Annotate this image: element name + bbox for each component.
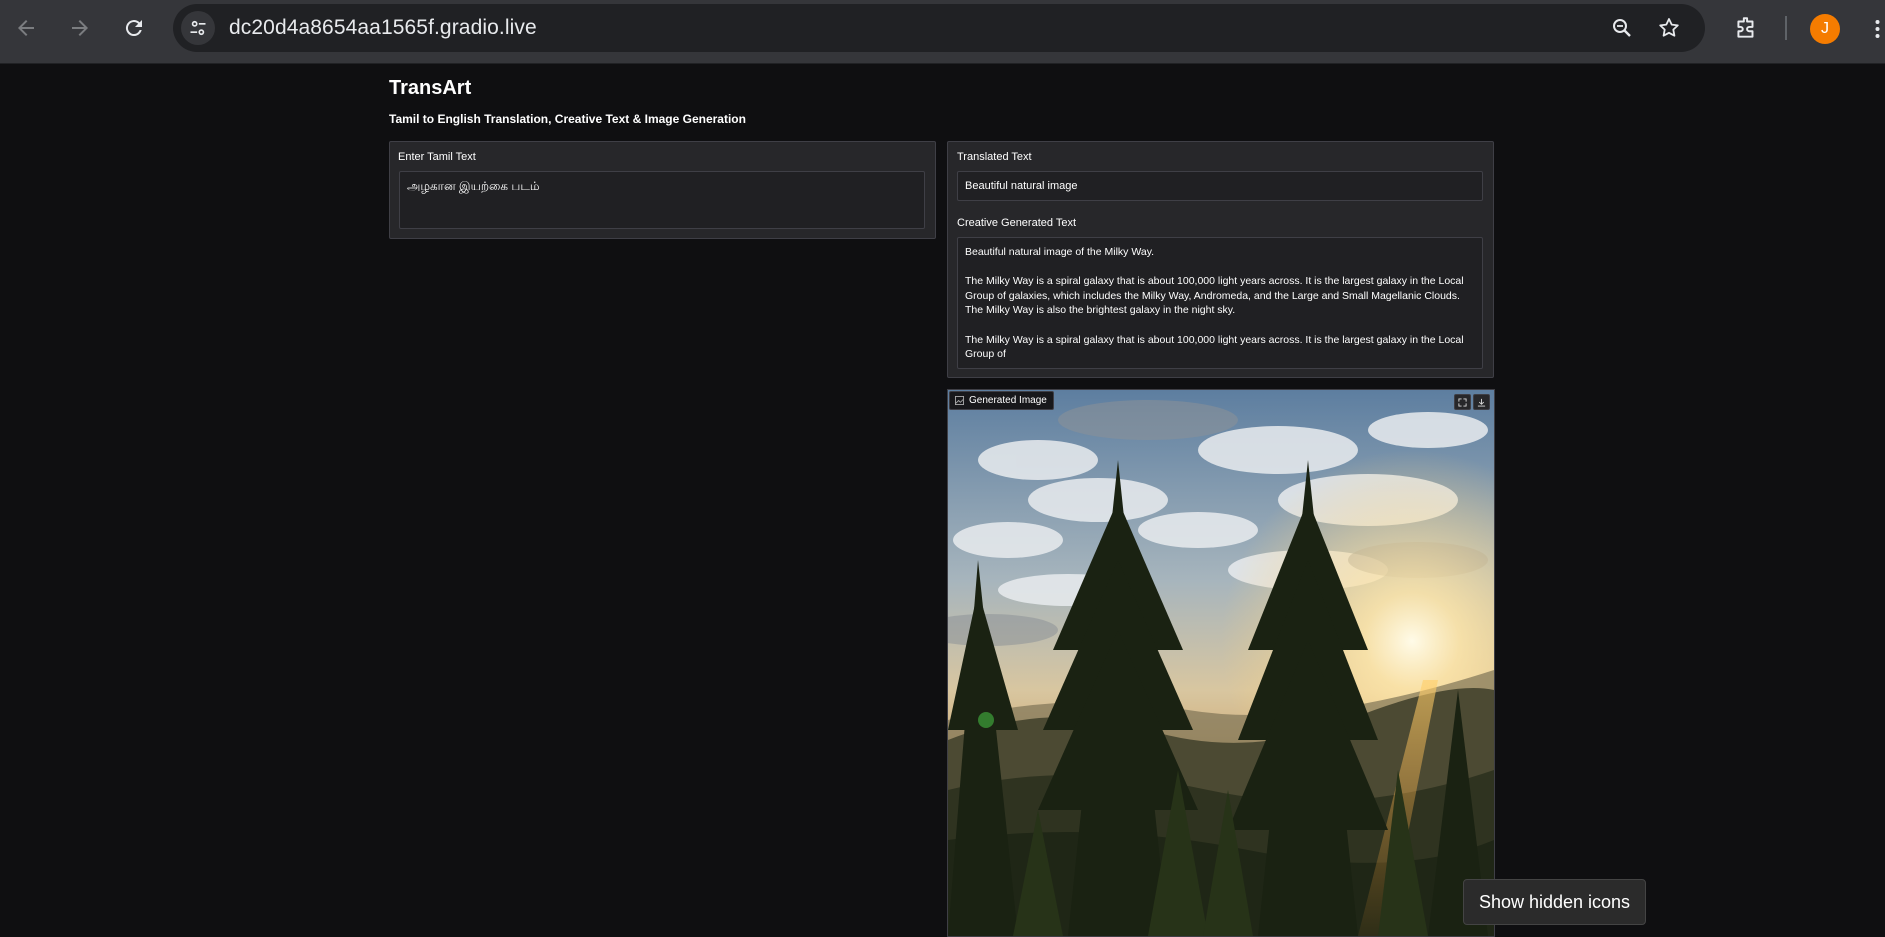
translated-text-value: Beautiful natural image	[965, 180, 1078, 192]
generated-image-panel: Generated Image	[947, 389, 1495, 937]
creative-paragraph: The Milky Way is a spiral galaxy that is…	[965, 275, 1464, 317]
forward-button[interactable]	[62, 10, 98, 46]
generated-image-label: Generated Image	[949, 391, 1054, 410]
generated-image	[948, 390, 1494, 936]
address-bar[interactable]: dc20d4a8654aa1565f.gradio.live	[173, 4, 1705, 52]
translated-text-output[interactable]: Beautiful natural image	[957, 171, 1483, 201]
profile-avatar[interactable]: J	[1810, 14, 1840, 44]
browser-toolbar: dc20d4a8654aa1565f.gradio.live J	[0, 0, 1885, 64]
creative-paragraph: Beautiful natural image of the Milky Way…	[965, 246, 1155, 258]
fullscreen-button[interactable]	[1454, 394, 1471, 410]
tamil-input-label: Enter Tamil Text	[398, 151, 476, 163]
url-text[interactable]: dc20d4a8654aa1565f.gradio.live	[229, 16, 537, 40]
show-hidden-icons-tooltip: Show hidden icons	[1463, 879, 1646, 925]
arrow-right-icon	[72, 20, 88, 36]
menu-dots-icon[interactable]	[1870, 14, 1885, 44]
download-icon	[1477, 398, 1486, 407]
app-title: TransArt	[389, 77, 472, 99]
reload-button[interactable]	[116, 10, 152, 46]
output-panel: Translated Text Beautiful natural image …	[947, 141, 1494, 378]
creative-paragraph: The Milky Way is a spiral galaxy that is…	[965, 333, 1464, 361]
toolbar-divider	[1785, 16, 1787, 40]
zoom-icon[interactable]	[1610, 16, 1634, 40]
generated-image-label-text: Generated Image	[969, 395, 1047, 406]
translated-text-label: Translated Text	[957, 151, 1032, 163]
tune-icon	[190, 20, 206, 36]
tamil-text-value: அழகான இயற்கை படம்	[407, 179, 540, 193]
site-info-button[interactable]	[181, 11, 215, 45]
extensions-icon[interactable]	[1733, 15, 1759, 41]
arrow-left-icon	[18, 20, 34, 36]
reload-icon	[125, 20, 142, 37]
bookmark-star-icon[interactable]	[1657, 16, 1681, 40]
image-icon	[955, 396, 964, 405]
download-button[interactable]	[1473, 394, 1490, 410]
tamil-input-panel: Enter Tamil Text அழகான இயற்கை படம்	[389, 141, 936, 239]
back-button[interactable]	[8, 10, 44, 46]
fullscreen-icon	[1458, 397, 1467, 407]
creative-text-output[interactable]: Beautiful natural image of the Milky Way…	[957, 237, 1483, 369]
app-subtitle: Tamil to English Translation, Creative T…	[389, 112, 746, 126]
image-toolbar	[1454, 394, 1490, 410]
tamil-text-input[interactable]: அழகான இயற்கை படம்	[399, 171, 925, 229]
creative-text-label: Creative Generated Text	[957, 217, 1077, 229]
